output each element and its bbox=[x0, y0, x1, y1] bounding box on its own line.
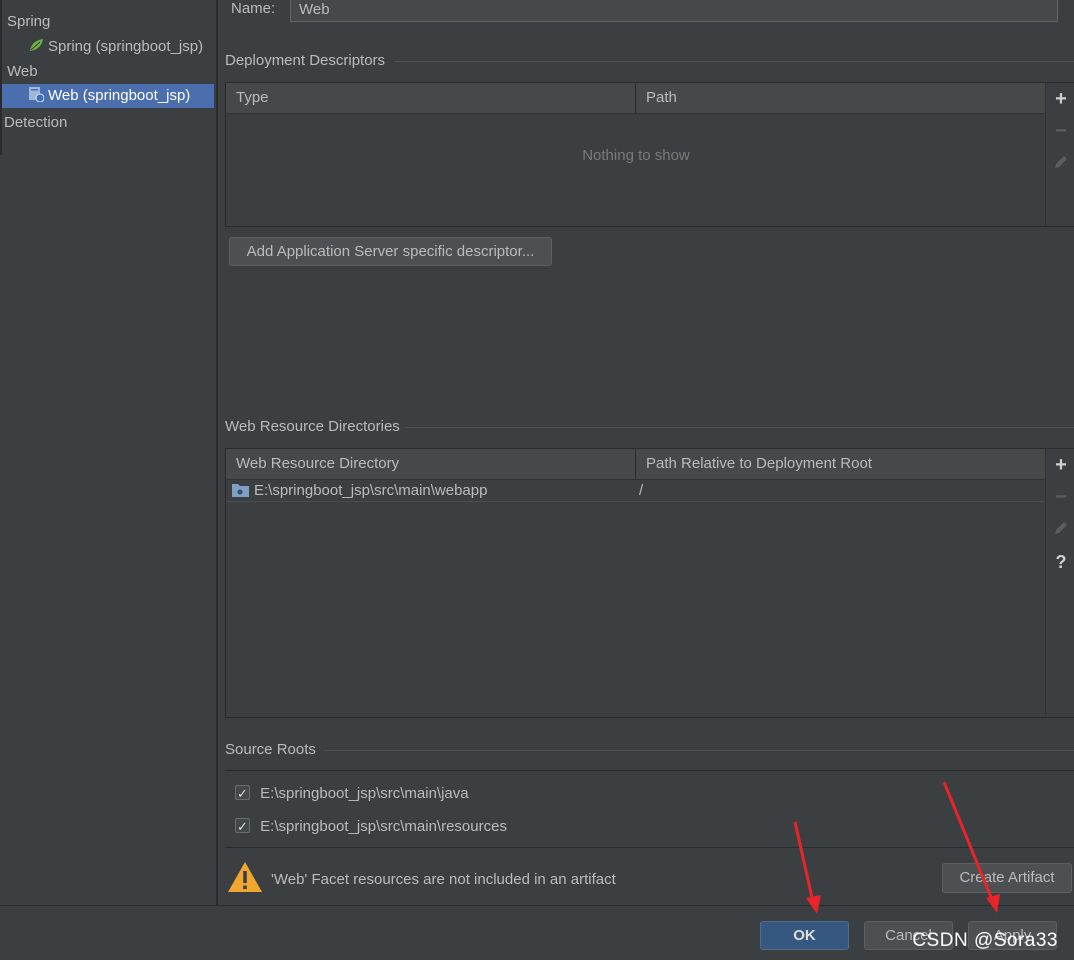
arrow-to-apply-icon bbox=[942, 781, 1000, 913]
arrow-to-ok-icon bbox=[793, 821, 821, 914]
annotation-arrows bbox=[793, 781, 1000, 914]
csdn-watermark: CSDN @Sora33 bbox=[912, 930, 1058, 951]
